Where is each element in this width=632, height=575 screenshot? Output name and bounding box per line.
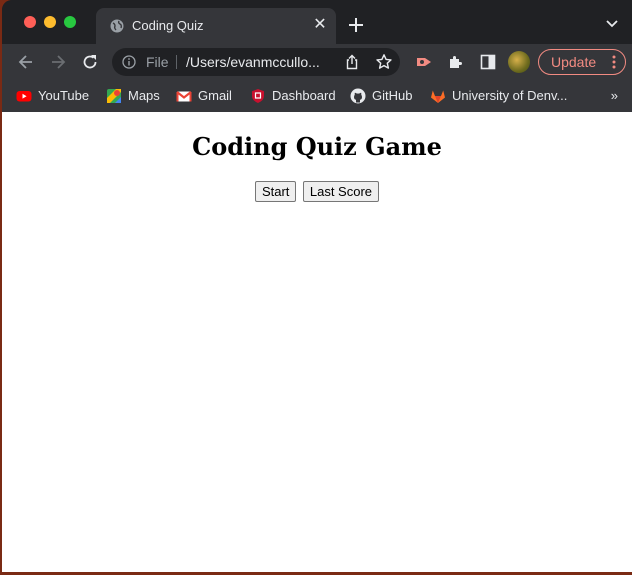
page-viewport: Coding Quiz Game Start Last Score xyxy=(2,112,632,572)
scheme-label: File xyxy=(146,54,169,70)
last-score-button[interactable]: Last Score xyxy=(302,181,380,202)
extension-arrow-icon[interactable] xyxy=(414,52,434,72)
page-title: Coding Quiz Game xyxy=(192,132,442,161)
tab-strip: Coding Quiz ✕ xyxy=(2,0,632,44)
update-button[interactable]: Update xyxy=(538,49,626,75)
minimize-window-button[interactable] xyxy=(44,16,56,28)
gitlab-icon xyxy=(431,90,445,103)
forward-arrow-icon[interactable] xyxy=(48,52,68,72)
github-icon xyxy=(350,88,366,104)
bookmark-gmail[interactable]: Gmail xyxy=(176,87,232,105)
info-icon[interactable] xyxy=(122,55,136,69)
maximize-window-button[interactable] xyxy=(64,16,76,28)
bookmark-star-icon[interactable] xyxy=(375,53,393,71)
bookmark-github[interactable]: GitHub xyxy=(350,87,412,105)
bookmark-youtube[interactable]: YouTube xyxy=(16,87,89,105)
toolbar: File /Users/evanmccullo... Update xyxy=(2,44,632,80)
url-text[interactable]: /Users/evanmccullo... xyxy=(186,54,320,70)
chevron-down-icon[interactable] xyxy=(606,19,618,29)
share-icon[interactable] xyxy=(344,54,360,70)
browser-window: Coding Quiz ✕ File /Users/evanmccullo...… xyxy=(2,0,632,572)
start-button[interactable]: Start xyxy=(254,181,297,202)
tab-close-icon[interactable]: ✕ xyxy=(312,17,328,33)
maps-icon xyxy=(107,88,121,103)
globe-icon xyxy=(110,19,124,33)
bookmark-maps[interactable]: Maps xyxy=(106,87,160,105)
tab-title: Coding Quiz xyxy=(132,18,204,33)
bookmark-university[interactable]: University of Denv... xyxy=(430,87,567,105)
address-bar[interactable]: File /Users/evanmccullo... xyxy=(112,48,400,76)
tab-coding-quiz[interactable]: Coding Quiz ✕ xyxy=(96,8,336,44)
gmail-icon xyxy=(176,90,192,102)
back-arrow-icon[interactable] xyxy=(16,52,36,72)
side-panel-icon[interactable] xyxy=(478,52,498,72)
bookmarks-bar: YouTube Maps Gmail Dashboard GitHub Univ… xyxy=(2,80,632,113)
omnibox-divider xyxy=(176,55,177,69)
dashboard-shield-icon xyxy=(252,88,264,103)
close-window-button[interactable] xyxy=(24,16,36,28)
reload-icon[interactable] xyxy=(80,52,100,72)
button-row: Start Last Score xyxy=(2,181,632,202)
more-vertical-icon[interactable] xyxy=(612,55,616,69)
profile-avatar[interactable] xyxy=(508,51,530,73)
new-tab-icon[interactable] xyxy=(347,16,365,34)
puzzle-extensions-icon[interactable] xyxy=(446,52,466,72)
youtube-icon xyxy=(16,90,32,102)
bookmarks-overflow-button[interactable]: » xyxy=(611,88,618,103)
update-label: Update xyxy=(551,54,597,70)
bookmark-dashboard[interactable]: Dashboard xyxy=(250,87,336,105)
